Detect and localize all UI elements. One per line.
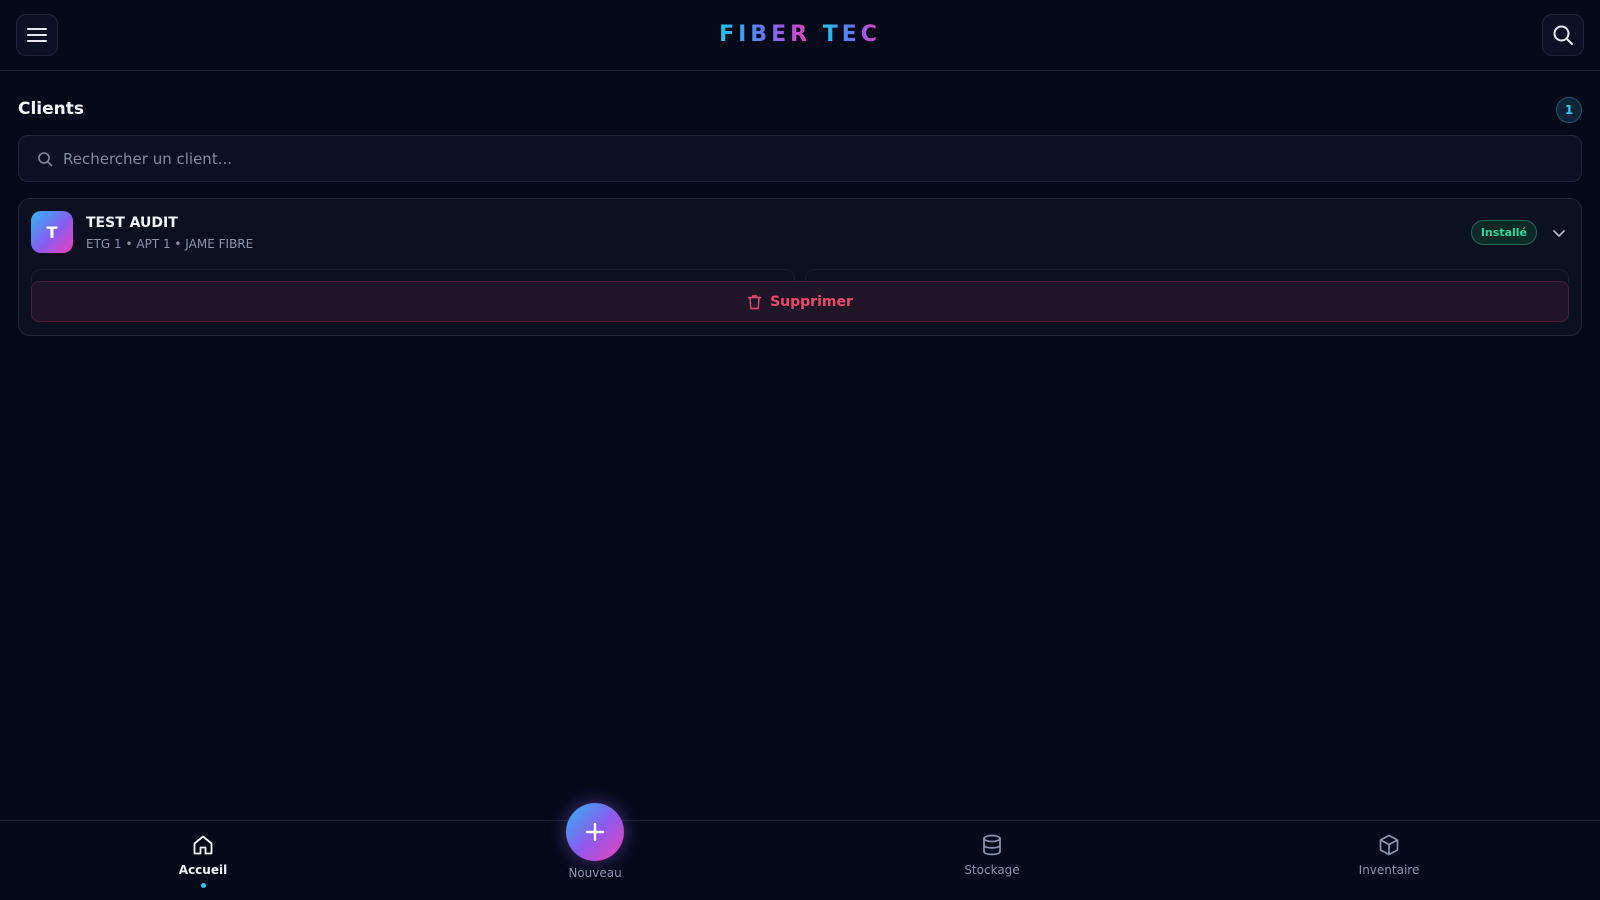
- box-icon: [1379, 834, 1399, 856]
- app-logo: FIBER TEC: [0, 22, 1600, 47]
- search-icon: [1553, 25, 1573, 45]
- delete-button-label: Supprimer: [770, 293, 853, 310]
- client-search-input[interactable]: [63, 136, 1563, 181]
- global-search-button[interactable]: [1542, 14, 1584, 56]
- nav-item-inventory[interactable]: Inventaire: [1329, 833, 1449, 893]
- active-indicator-dot: [200, 883, 206, 888]
- client-card[interactable]: T TEST AUDIT ETG 1 • APT 1 • JAME FIBRE …: [18, 198, 1582, 336]
- logo-text-fiber: FIBER: [719, 22, 812, 47]
- nav-item-storage[interactable]: Stockage: [932, 833, 1052, 893]
- client-count-badge: 1: [1556, 97, 1582, 123]
- delete-client-button[interactable]: Supprimer: [31, 281, 1569, 322]
- home-icon: [193, 835, 213, 855]
- nav-label-inventory: Inventaire: [1358, 863, 1420, 877]
- database-icon: [983, 834, 1001, 856]
- chevron-down-icon: [1553, 230, 1565, 237]
- trash-icon: [747, 294, 762, 309]
- page-title: Clients: [18, 99, 85, 119]
- nav-item-home[interactable]: Accueil: [143, 833, 263, 893]
- bottom-navigation: Accueil Stockage Inventaire: [0, 820, 1600, 900]
- client-name: TEST AUDIT: [86, 215, 178, 231]
- nav-label-new: Nouveau: [568, 866, 622, 880]
- client-location-meta: ETG 1 • APT 1 • JAME FIBRE: [86, 237, 254, 251]
- nav-label-storage: Stockage: [964, 863, 1020, 877]
- plus-icon: [585, 822, 605, 842]
- client-avatar: T: [31, 211, 73, 253]
- client-search-field[interactable]: [18, 135, 1582, 182]
- expand-toggle-button[interactable]: [1549, 223, 1569, 243]
- app-root: FIBER TEC Clients 1 T TEST AUDIT ETG 1 •…: [0, 0, 1600, 900]
- logo-text-tec: TEC: [822, 22, 881, 47]
- status-badge: Installé: [1470, 220, 1537, 245]
- add-new-button[interactable]: [566, 803, 624, 861]
- search-icon: [38, 152, 53, 167]
- top-bar: FIBER TEC: [0, 0, 1600, 71]
- nav-label-home: Accueil: [178, 863, 228, 877]
